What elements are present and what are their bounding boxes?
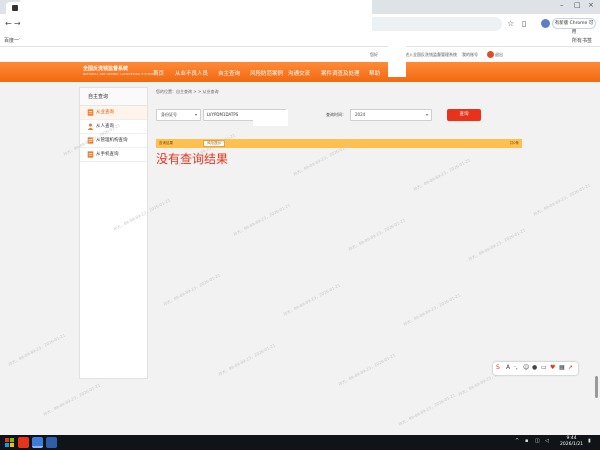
redacted-region [388,45,406,77]
result-title: 查询结果 [159,141,173,145]
watermark: 孙大，89-89-89-23，2026-01-21 [412,157,472,192]
nav-self-query[interactable]: 自主查询 [218,69,240,77]
nav-risk-cases[interactable]: 风险防范案例 [250,69,283,77]
nav-case-investigation[interactable]: 案件调查及处理 [321,69,360,77]
grid-icon[interactable]: ▦ [559,364,565,371]
nav-home[interactable]: 首页 [153,69,164,77]
tray-network-icon[interactable]: ◫ [535,438,540,444]
app-icon[interactable] [46,437,57,448]
topbar-link-system[interactable]: 进入全国反洗钱监督管理系统 [405,52,457,58]
punctuation-icon[interactable]: ·, [514,364,518,371]
document-icon [87,151,94,158]
sidebar-item-label: 从管理机构查询 [96,138,128,143]
year-select[interactable]: 2024 ▾ [350,109,432,121]
site-logo: 全国反洗钱监督系统 NATIONAL ANTI-MONEY LAUNDERING… [83,66,154,78]
watermark: 孙大，89-89-89-23，2026-01-21 [232,202,292,237]
watermark: 孙大，89-89-89-23，2026-01-21 [337,352,397,387]
id-type-select[interactable]: 身份证号 ▾ [156,109,201,121]
tray-volume-icon[interactable]: ◁ [545,438,549,444]
breadcrumb: 您的位置：自主查询 > > 从业查询 [156,89,219,94]
chrome-icon[interactable] [32,437,43,448]
minimize-icon[interactable]: – [560,1,564,9]
redacted-region [20,0,372,45]
nav-help[interactable]: 帮助 [369,69,380,77]
site-logo-subtitle: NATIONAL ANTI-MONEY LAUNDERING SYSTEM [83,73,154,76]
microphone-icon[interactable]: ● [532,364,537,371]
sidebar-item-label: 从手机查询 [96,152,119,157]
sidebar-item-phone-query[interactable]: 从手机查询 [80,148,147,162]
result-count: 共0条 [509,141,519,145]
text-icon[interactable]: A [506,364,510,371]
sidebar-item-label: 从业查询 [96,110,114,115]
topbar-link-logout[interactable]: 退出 [495,52,503,58]
system-clock[interactable]: 9:44 2026/1/21 [560,436,583,448]
watermark: 孙大，89-89-89-23，2026-01-21 [532,182,592,217]
sidebar-title: 自主查询 [80,88,147,106]
emoji-icon[interactable]: ☺ [523,364,529,371]
watermark: 孙大，89-89-89-23，2026-01-21 [347,217,407,252]
logout-icon [487,51,494,58]
scrollbar-thumb[interactable] [595,376,598,398]
nav-communication[interactable]: 沟通交流 [288,69,310,77]
watermark: 孙大，89-89-89-23，2026-01-21 [217,342,277,377]
nav-bad-staff[interactable]: 从业不良人员 [175,69,208,77]
maximize-icon[interactable]: □ [574,1,581,9]
person-icon [87,123,94,130]
clock-date: 2026/1/21 [560,442,584,447]
sidebar-item-practice-query[interactable]: 从业查询 [80,106,147,120]
watermark: 孙大，89-89-89-23，2026-01-21 [42,382,102,417]
update-chrome-button[interactable]: 有新版 Chrome 可用 [552,18,596,35]
document-icon [87,109,94,116]
year-value: 2024 [355,112,366,117]
watermark: 孙大，89-89-89-23，2026-01-21 [402,292,462,327]
watermark: 孙大，89-89-89-23，2026-01-21 [397,392,457,427]
arrow-icon[interactable]: ➚ [568,364,573,371]
id-type-value: 身份证号 [161,112,177,117]
taskbar: ^ ▪ ◫ ◁ 9:44 2026/1/21 ▮ [0,435,600,450]
star-icon[interactable]: ☆ [507,19,514,28]
watermark: 孙大，89-89-89-23，2026-01-21 [282,282,342,317]
skin-icon[interactable]: ♥ [550,364,555,371]
tray-chevron-icon[interactable]: ^ [515,438,519,444]
all-bookmarks[interactable]: 所有书签 [572,37,592,44]
close-window-icon[interactable]: × [588,1,594,9]
extensions-icon[interactable]: ▯ [522,19,526,28]
windows-start-icon[interactable] [5,438,14,447]
wps-icon[interactable] [18,437,29,448]
chevron-down-icon: ▾ [194,112,197,117]
search-form: 身份证号 ▾ LVYPDM1DATPS 查询时间： 2024 ▾ 查询 [156,109,522,123]
watermark: 孙大，89-89-89-23，2026-01-21 [7,332,67,367]
main-navbar: 全国反洗钱监督系统 NATIONAL ANTI-MONEY LAUNDERING… [0,62,600,82]
site-topbar: 您好 进入全国反洗钱监督管理系统 我的账号 退出 [0,47,600,62]
topbar-greeting: 您好 [370,52,378,57]
notification-icon[interactable]: ▮ [588,438,591,444]
web-page: 您好 进入全国反洗钱监督管理系统 我的账号 退出 全国反洗钱监督系统 NATIO… [0,47,600,435]
floating-toolbar: S A ·, ☺ ● ▭ ♥ ▦ ➚ [493,362,578,375]
tab-favicon-icon [12,5,18,11]
profile-avatar[interactable] [541,19,550,28]
sogou-icon[interactable]: S [496,364,500,371]
keyboard-icon[interactable]: ▭ [541,364,547,371]
chevron-down-icon: ▾ [425,112,428,117]
back-icon[interactable]: ← [5,19,12,28]
search-button[interactable]: 查询 [447,109,481,121]
year-label: 查询时间： [326,112,346,117]
topbar-link-account[interactable]: 我的账号 [462,52,478,58]
redacted-region [253,110,288,126]
watermark: 孙大，89-89-89-23，2026-01-21 [162,272,222,307]
watermark: 孙大，89-89-89-23，2026-01-21 [467,227,527,262]
tray-app-icon[interactable]: ▪ [525,438,528,444]
